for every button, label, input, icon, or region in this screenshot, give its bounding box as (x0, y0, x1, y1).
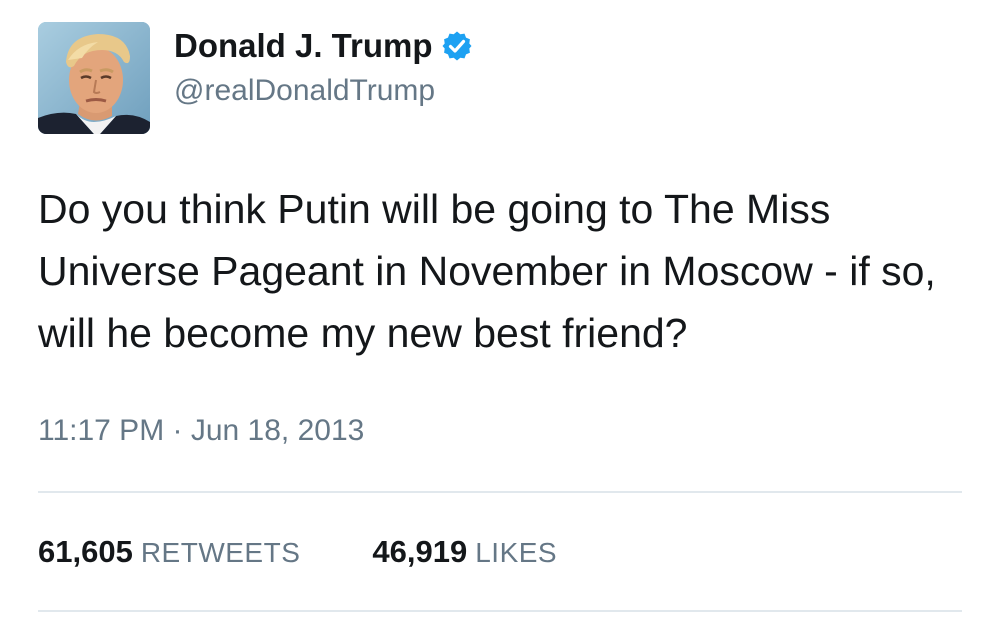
likes-count: 46,919 (372, 534, 468, 569)
avatar[interactable] (38, 22, 150, 134)
tweet-stats: 61,605 RETWEETS 46,919 LIKES (38, 534, 629, 570)
tweet-text: Do you think Putin will be going to The … (38, 186, 936, 356)
author-names: Donald J. Trump @realDonaldTrump (174, 26, 473, 110)
author-display-name[interactable]: Donald J. Trump (174, 26, 433, 66)
avatar-image (38, 22, 150, 134)
author-name-row: Donald J. Trump (174, 26, 473, 66)
divider (38, 491, 962, 493)
likes-label: LIKES (475, 537, 558, 568)
retweets-count: 61,605 (38, 534, 133, 569)
retweets-stat[interactable]: 61,605 RETWEETS (38, 534, 300, 570)
author-handle[interactable]: @realDonaldTrump (174, 72, 473, 110)
verified-badge-icon (441, 30, 473, 62)
retweets-label: RETWEETS (140, 537, 301, 568)
tweet-timestamp[interactable]: 11:17 PM · Jun 18, 2013 (38, 414, 364, 448)
likes-stat[interactable]: 46,919 LIKES (372, 534, 557, 570)
tweet-card: Donald J. Trump @realDonaldTrump Do you … (0, 0, 1000, 619)
tweet-header: Donald J. Trump @realDonaldTrump (38, 22, 473, 134)
divider (38, 610, 962, 612)
